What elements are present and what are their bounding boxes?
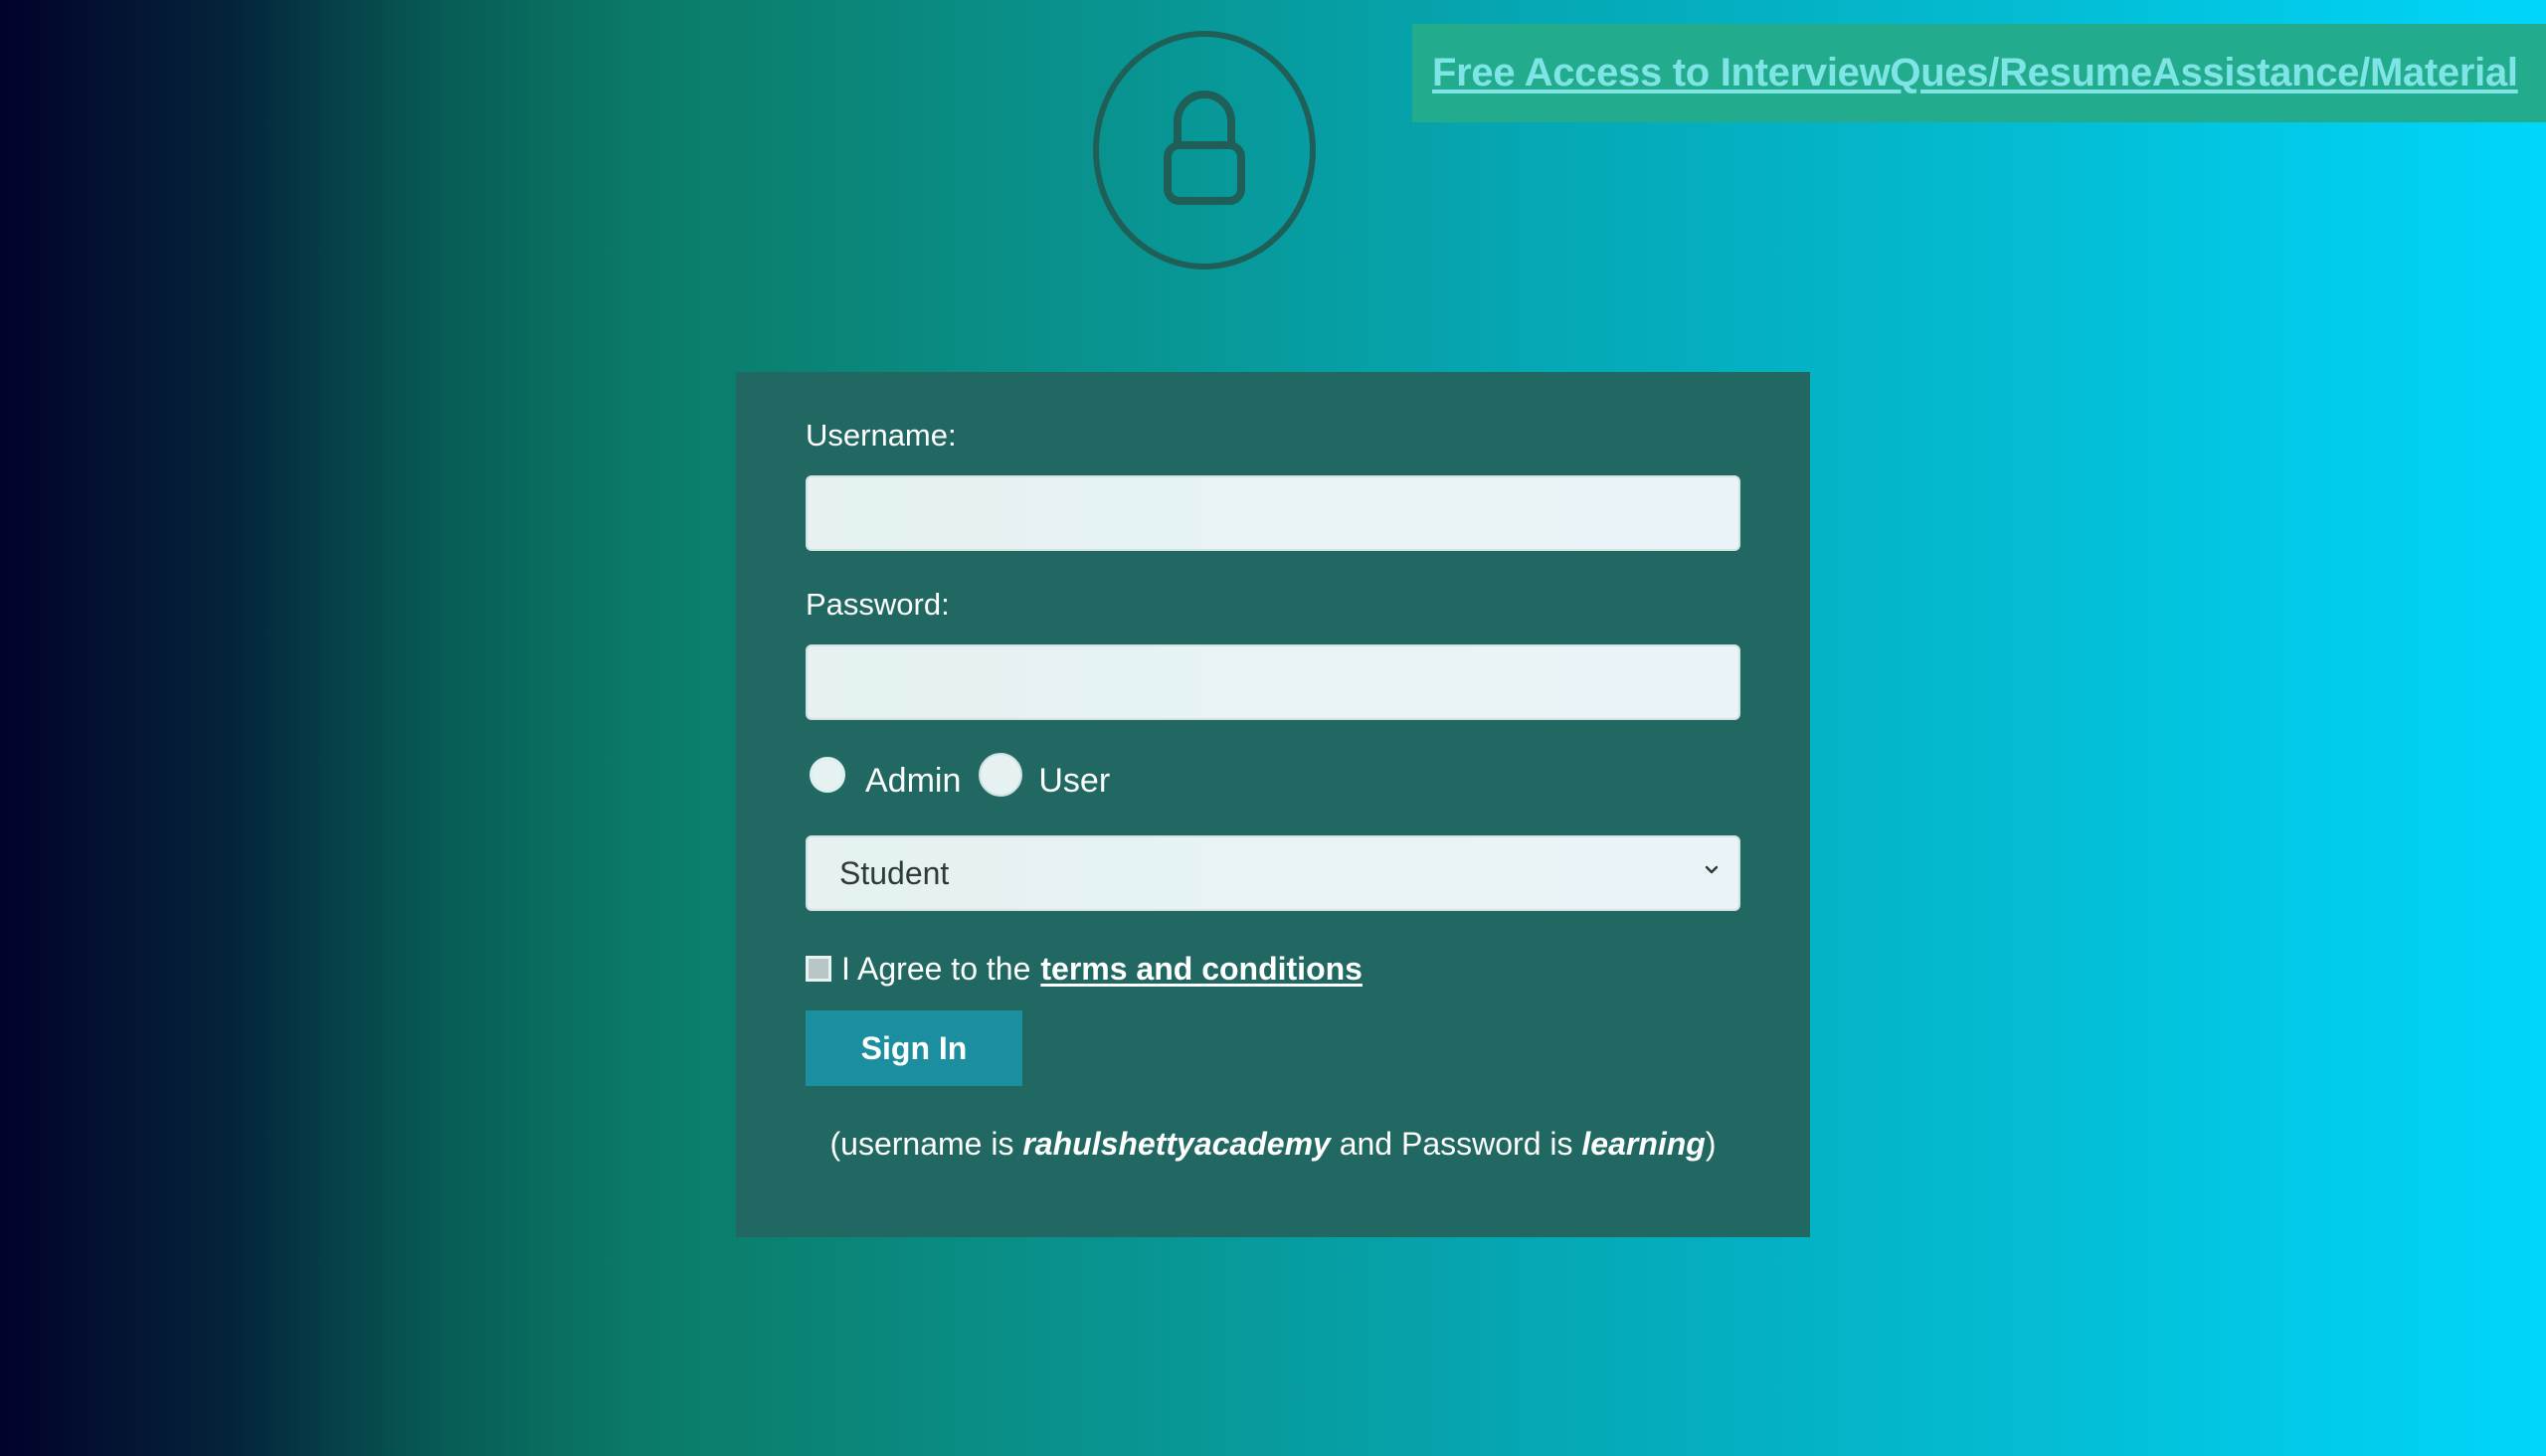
credentials-hint: (username is rahulshettyacademy and Pass… xyxy=(806,1126,1740,1163)
admin-radio[interactable] xyxy=(806,753,849,797)
hint-password: learning xyxy=(1581,1126,1706,1162)
hint-username: rahulshettyacademy xyxy=(1022,1126,1331,1162)
username-label: Username: xyxy=(806,418,957,453)
login-form: Username: Password: Admin User Student I… xyxy=(736,372,1810,1237)
password-input[interactable] xyxy=(806,644,1740,720)
username-input[interactable] xyxy=(806,475,1740,551)
admin-radio-label: Admin xyxy=(865,761,962,800)
sign-in-button[interactable]: Sign In xyxy=(806,1010,1022,1086)
hint-open: (username is xyxy=(829,1126,1014,1162)
user-radio[interactable] xyxy=(979,753,1023,797)
user-radio-label: User xyxy=(1038,761,1111,800)
lock-icon xyxy=(1092,30,1317,271)
terms-checkbox[interactable] xyxy=(806,956,831,982)
hint-close: ) xyxy=(1705,1126,1717,1162)
role-select[interactable]: Student xyxy=(806,835,1740,911)
password-label: Password: xyxy=(806,587,950,622)
free-access-link[interactable]: Free Access to InterviewQues/ResumeAssis… xyxy=(1432,51,2518,95)
terms-row: I Agree to the terms and conditions xyxy=(806,949,1740,989)
terms-link[interactable]: terms and conditions xyxy=(1040,951,1363,988)
role-select-value: Student xyxy=(839,854,950,891)
agree-text: I Agree to the xyxy=(841,950,1031,987)
chevron-down-icon xyxy=(1705,865,1719,874)
free-access-banner: Free Access to InterviewQues/ResumeAssis… xyxy=(1412,24,2546,122)
user-type-radio-group: Admin User xyxy=(806,750,1740,800)
hint-middle: and Password is xyxy=(1339,1126,1573,1162)
